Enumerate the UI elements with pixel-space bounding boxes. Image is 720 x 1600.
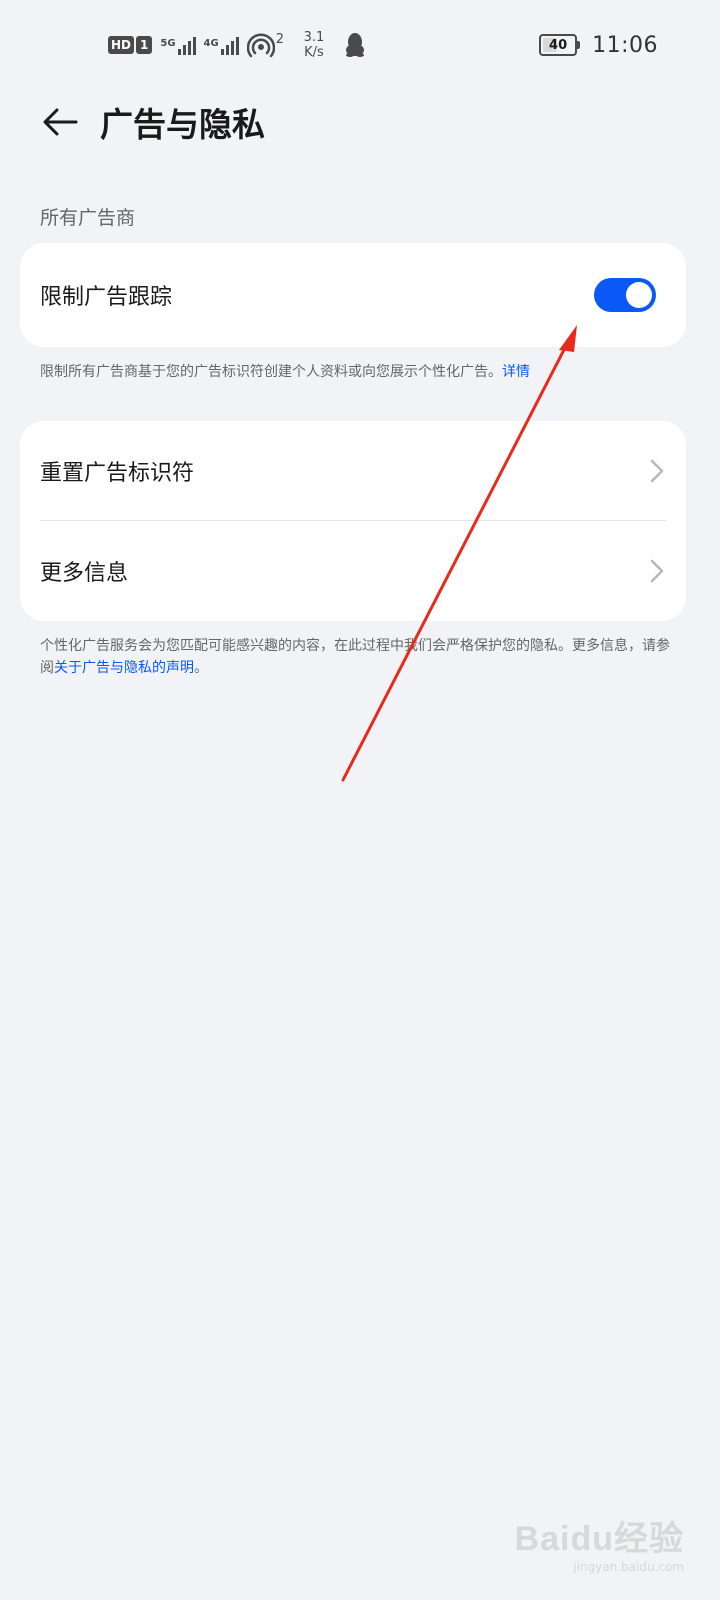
battery-icon: 40 xyxy=(539,34,581,56)
limit-tracking-row[interactable]: 限制广告跟踪 xyxy=(20,243,686,347)
battery-level: 40 xyxy=(549,37,568,53)
signal-bars xyxy=(177,35,196,55)
limit-tracking-toggle[interactable] xyxy=(594,278,656,312)
speed-unit: K/s xyxy=(304,45,324,60)
back-button[interactable] xyxy=(38,100,82,144)
limit-tracking-label: 限制广告跟踪 xyxy=(40,285,173,310)
details-link[interactable]: 详情 xyxy=(502,364,530,380)
hotspot-icon: 2 xyxy=(246,32,284,58)
hotspot-count: 2 xyxy=(275,32,284,47)
clock: 11:06 xyxy=(592,32,658,58)
hd-voice-icon: HD 1 xyxy=(108,36,153,54)
ad-options-card: 重置广告标识符 更多信息 xyxy=(20,421,686,621)
more-info-label: 更多信息 xyxy=(40,561,129,586)
sim-label: 1 xyxy=(136,36,153,54)
status-bar-right: 40 11:06 xyxy=(539,30,658,60)
page-title: 广告与隐私 xyxy=(100,105,265,144)
reset-ad-id-label: 重置广告标识符 xyxy=(40,461,195,486)
footer-text-end: 。 xyxy=(194,660,208,676)
privacy-statement-link[interactable]: 关于广告与隐私的声明 xyxy=(54,660,194,676)
network-speed: 3.1 K/s xyxy=(298,30,330,60)
arrow-left-icon xyxy=(43,108,78,136)
status-bar-left: HD 1 5G 4G 2 3.1 K/s xyxy=(108,30,366,60)
speed-value: 3.1 xyxy=(303,30,325,45)
status-bar: HD 1 5G 4G 2 3.1 K/s 40 11:06 xyxy=(0,0,720,86)
chevron-right-icon xyxy=(650,559,664,583)
watermark: Baidu经验 jingyan.baidu.com xyxy=(515,1511,684,1574)
signal-4g-icon: 4G xyxy=(204,35,239,55)
section-label: 所有广告商 xyxy=(40,207,136,229)
list-item-reset-ad-id[interactable]: 重置广告标识符 xyxy=(20,421,686,521)
annotation-arrow xyxy=(341,325,577,782)
list-item-more-info[interactable]: 更多信息 xyxy=(20,521,686,621)
toggle-knob xyxy=(626,282,652,308)
watermark-url: jingyan.baidu.com xyxy=(573,1560,684,1574)
limit-tracking-description: 限制所有广告商基于您的广告标识符创建个人资料或向您展示个性化广告。详情 xyxy=(40,362,680,382)
qq-icon xyxy=(344,32,366,58)
signal-5g-icon: 5G xyxy=(160,35,196,55)
network-type-1: 5G xyxy=(160,38,176,49)
header: 广告与隐私 xyxy=(0,90,720,154)
signal-bars xyxy=(220,35,239,55)
chevron-right-icon xyxy=(650,459,664,483)
hd-label: HD xyxy=(108,36,135,54)
watermark-logo: Baidu经验 xyxy=(514,1520,684,1558)
limit-tracking-card: 限制广告跟踪 xyxy=(20,243,686,347)
description-text: 限制所有广告商基于您的广告标识符创建个人资料或向您展示个性化广告。 xyxy=(40,364,502,380)
privacy-footer: 个性化广告服务会为您匹配可能感兴趣的内容，在此过程中我们会严格保护您的隐私。更多… xyxy=(40,635,680,679)
network-type-2: 4G xyxy=(203,38,219,49)
